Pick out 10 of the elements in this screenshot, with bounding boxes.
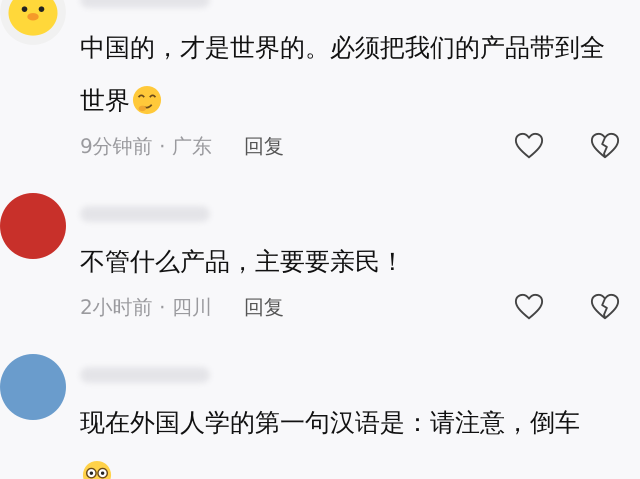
smirk-emoji-icon xyxy=(132,85,162,115)
heart-icon[interactable] xyxy=(514,131,544,161)
reply-link[interactable]: 回复 xyxy=(244,132,284,160)
time-location: 2小时前 · 四川 xyxy=(80,294,212,320)
heart-icon[interactable] xyxy=(514,292,544,322)
comment-text: 中国的，才是世界的。必须把我们的产品带到全世界 xyxy=(80,32,605,117)
time-location: 9分钟前 · 广东 xyxy=(80,132,212,160)
comment-text: 不管什么产品，主要要亲民！ xyxy=(80,246,406,278)
reply-link[interactable]: 回复 xyxy=(244,294,284,320)
comment-text: 现在外国人学的第一句汉语是：请注意，倒车 xyxy=(80,396,605,479)
